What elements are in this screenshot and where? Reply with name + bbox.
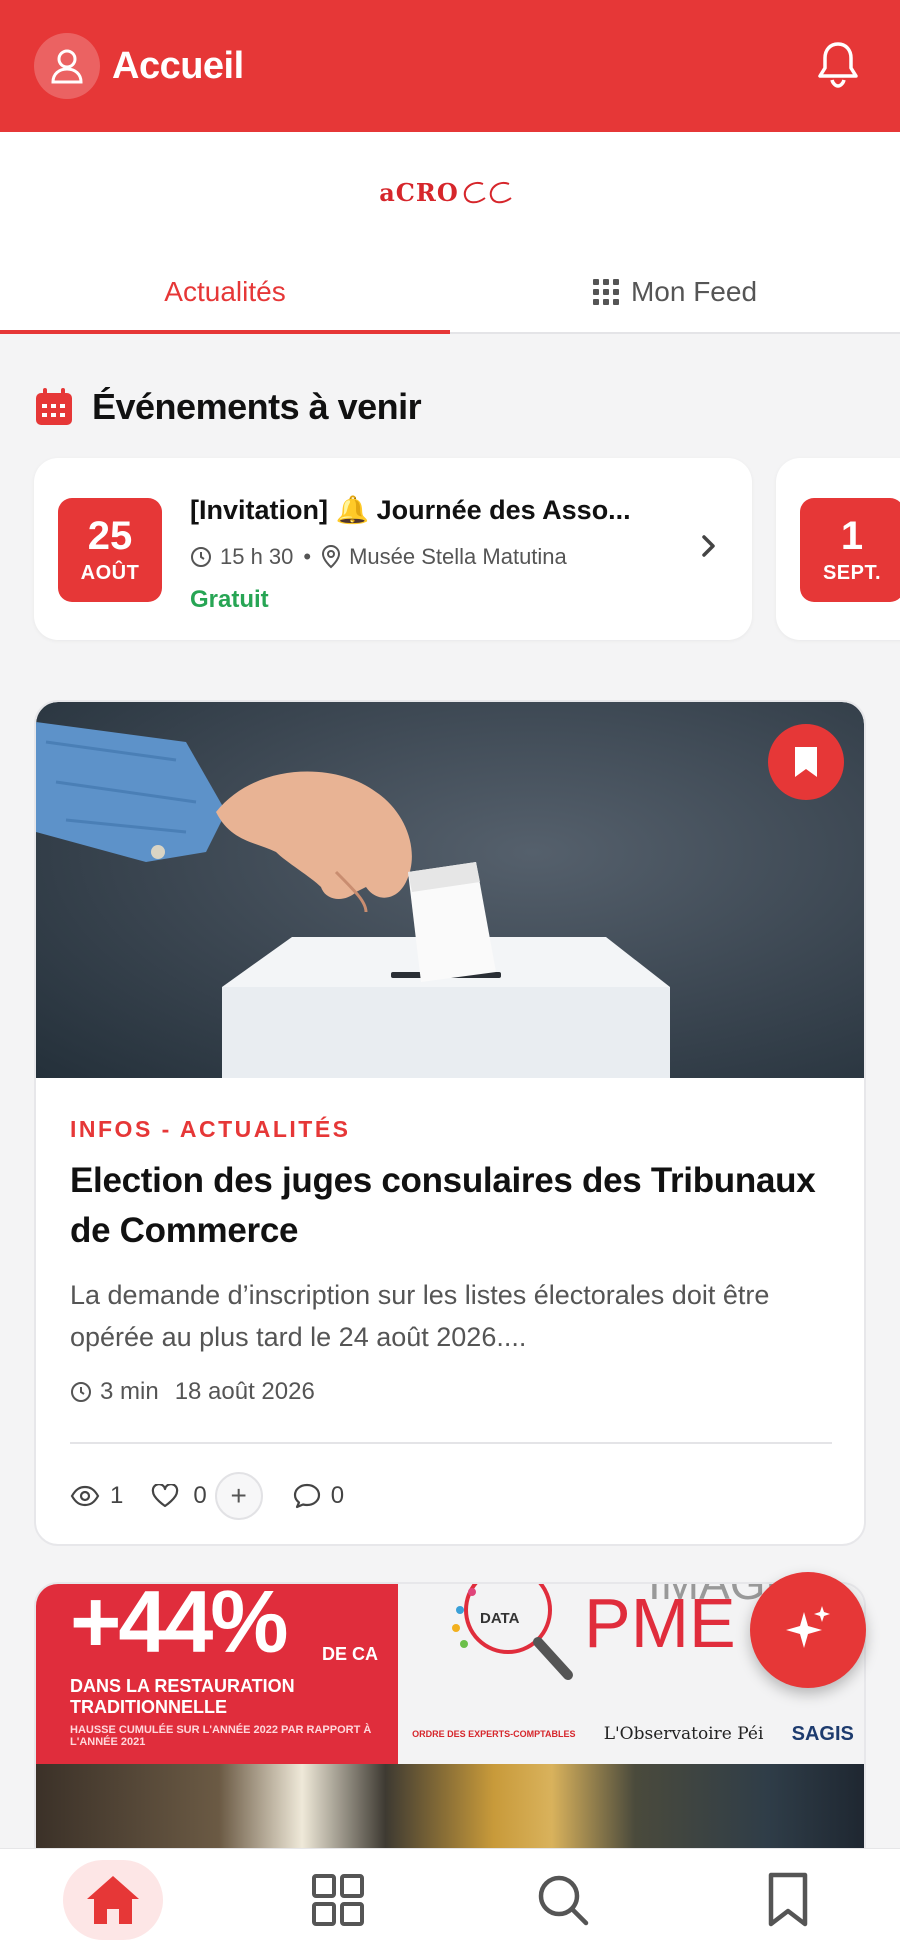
article-meta: 3 min 18 août 2026	[70, 1378, 315, 1406]
bell-icon	[818, 42, 858, 88]
bookmark-icon	[768, 1872, 807, 1927]
bottom-navigation	[0, 1848, 900, 1951]
notifications-button[interactable]	[816, 40, 866, 90]
promo-footnote: HAUSSE CUMULÉE SUR L'ANNÉE 2022 PAR RAPP…	[70, 1724, 372, 1748]
article-hero-image	[36, 702, 864, 1078]
event-title: [Invitation] 🔔 Journée des Asso...	[190, 495, 631, 525]
likes-count: 0	[193, 1482, 207, 1509]
event-day: 25	[87, 513, 133, 558]
article-card[interactable]: INFOS - ACTUALITÉS Election des juges co…	[34, 700, 866, 1546]
nav-home[interactable]	[62, 1860, 163, 1940]
chevron-right-icon	[702, 535, 715, 557]
calendar-icon	[36, 388, 72, 425]
partner-logo-observatoire: L'Observatoire Péi	[603, 1724, 764, 1744]
logo-swoosh-icon	[463, 182, 512, 204]
nav-categories[interactable]	[288, 1860, 388, 1940]
partner-logo-sagis: SAGIS	[791, 1722, 854, 1745]
tab-label: Mon Feed	[630, 276, 758, 307]
views-stat: 1	[70, 1482, 123, 1510]
event-day: 1	[840, 513, 864, 558]
article-title[interactable]: Election des juges consulaires des Tribu…	[70, 1156, 830, 1256]
grid-icon	[311, 1874, 364, 1926]
section-title: Événements à venir	[92, 386, 422, 427]
brand-logo: aCRO	[379, 177, 459, 207]
article-stats: 1 0 + 0	[70, 1472, 344, 1520]
clock-icon	[191, 547, 211, 567]
like-button[interactable]: 0	[151, 1482, 207, 1510]
event-time: 15 h 30	[220, 544, 294, 569]
event-month: SEPT.	[822, 561, 882, 584]
grid-dots-icon	[592, 279, 619, 305]
clock-icon	[71, 1382, 91, 1402]
feed-tabs: Actualités Mon Feed	[0, 252, 900, 334]
promo-banner-red: +44% DE CA DANS LA RESTAURATION TRADITIO…	[36, 1584, 398, 1764]
bookmark-filled-icon	[795, 747, 817, 777]
event-location: Musée Stella Matutina	[349, 544, 567, 569]
event-date-badge: 25 AOÛT	[58, 498, 162, 602]
app-header: Accueil	[0, 0, 900, 132]
promo-big-number: +44%	[70, 1582, 289, 1671]
ai-sparkle-button[interactable]	[750, 1572, 866, 1688]
article-date: 18 août 2026	[174, 1378, 315, 1405]
page-title: Accueil	[112, 44, 244, 87]
heart-icon	[152, 1484, 179, 1508]
partner-logo-oec: ORDRE DES EXPERTS-COMPTABLES	[412, 1729, 576, 1739]
eye-icon	[70, 1485, 100, 1507]
event-price: Gratuit	[190, 586, 269, 613]
views-count: 1	[110, 1482, 124, 1509]
promo-unit: DE CA	[322, 1644, 379, 1664]
event-meta: 15 h 30 • Musée Stella Matutina	[190, 544, 567, 570]
add-reaction-button[interactable]: +	[214, 1472, 263, 1520]
tab-actualites[interactable]: Actualités	[0, 252, 450, 334]
location-pin-icon	[322, 545, 341, 569]
home-icon	[86, 1876, 139, 1924]
nav-saved[interactable]	[738, 1860, 838, 1940]
event-card[interactable]: 1 SEPT.	[776, 458, 900, 640]
meta-separator: •	[303, 544, 312, 569]
article-category: INFOS - ACTUALITÉS	[70, 1116, 351, 1142]
read-time: 3 min	[100, 1378, 159, 1405]
article-excerpt: La demande d’inscription sur les listes …	[70, 1280, 770, 1352]
bookmark-button[interactable]	[768, 724, 844, 800]
partner-logos: ORDRE DES EXPERTS-COMPTABLES L'Observato…	[398, 1710, 864, 1758]
comments-count: 0	[330, 1482, 345, 1509]
event-date-badge: 1 SEPT.	[800, 498, 900, 602]
avatar[interactable]	[34, 33, 100, 99]
events-section-header: Événements à venir	[34, 386, 422, 428]
comments-button[interactable]: 0	[293, 1482, 344, 1510]
promo-pme-word: PME	[584, 1584, 736, 1662]
tab-mon-feed[interactable]: Mon Feed	[450, 252, 900, 332]
data-magnifier-icon	[452, 1584, 573, 1680]
user-icon	[51, 49, 83, 84]
search-icon	[538, 1875, 588, 1926]
event-card[interactable]: 25 AOÛT [Invitation] 🔔 Journée des Asso.…	[34, 458, 752, 640]
event-month: AOÛT	[80, 561, 140, 584]
promo-subtitle: DANS LA RESTAURATION TRADITIONNELLE	[70, 1676, 295, 1717]
sparkles-icon	[786, 1606, 830, 1648]
tab-label: Actualités	[164, 276, 286, 307]
nav-search[interactable]	[513, 1860, 613, 1940]
divider	[70, 1442, 832, 1444]
ballot-box-illustration	[36, 722, 670, 1078]
brand-logo-bar: aCRO	[0, 132, 900, 252]
promo-data-word: DATA	[480, 1610, 520, 1627]
comment-icon	[293, 1483, 320, 1509]
